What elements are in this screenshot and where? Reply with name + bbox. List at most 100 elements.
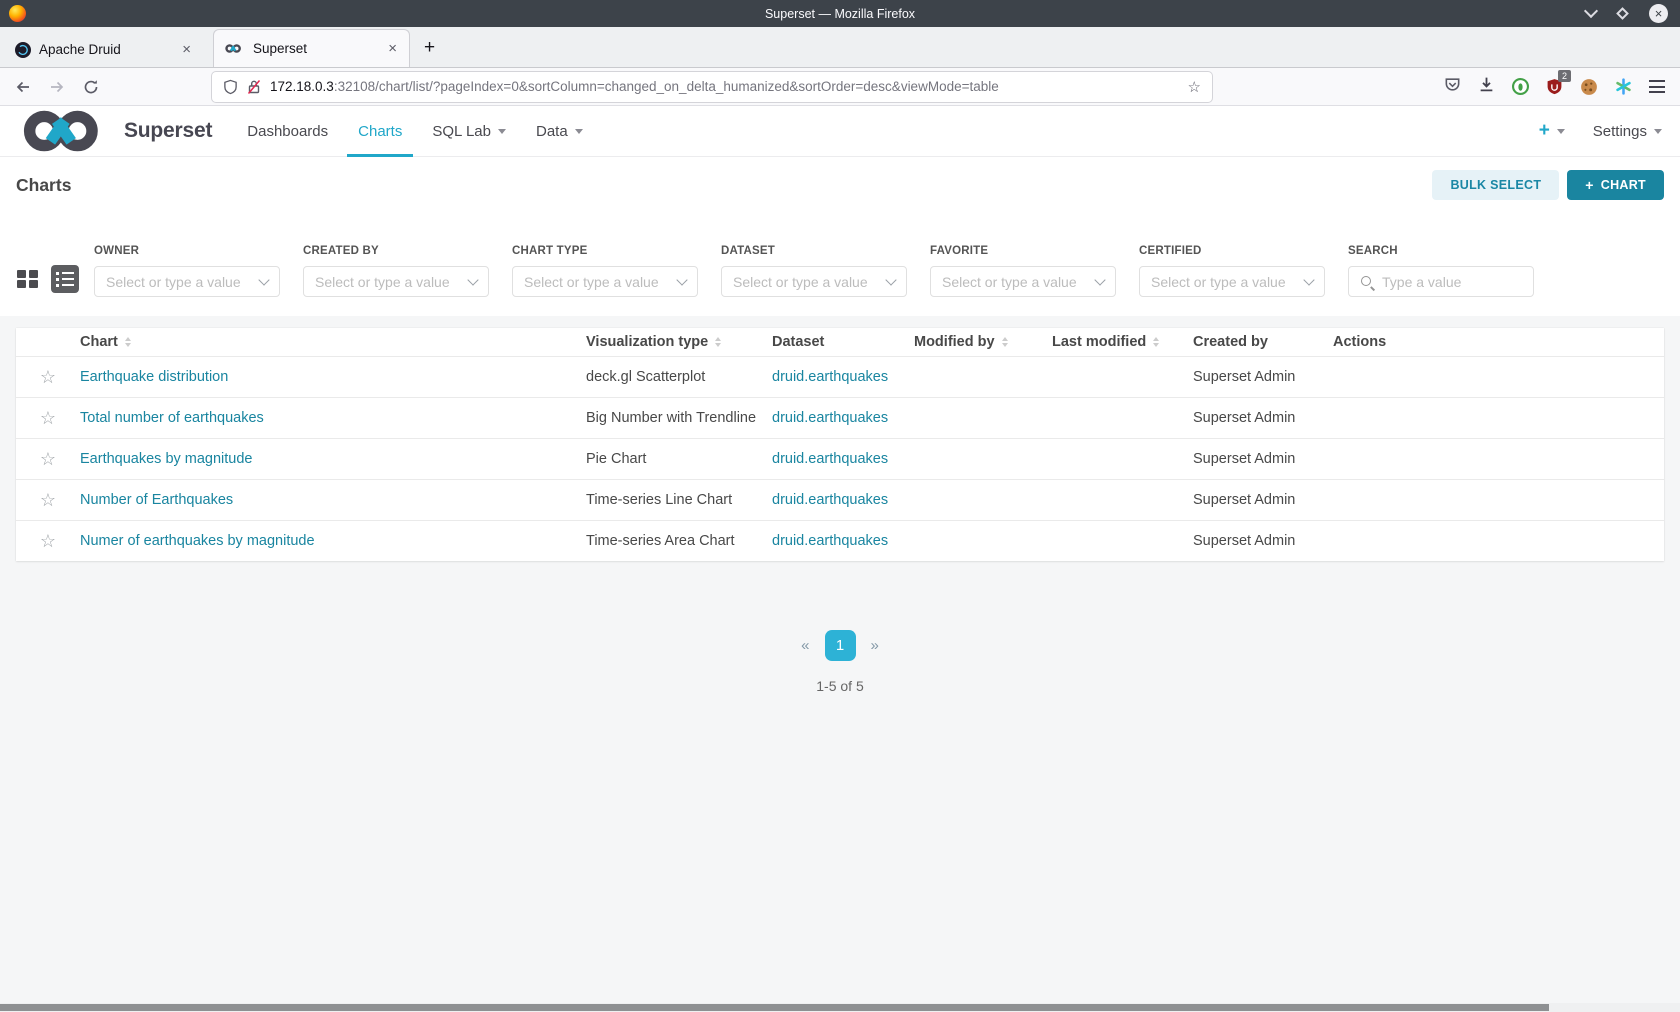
page-1-button[interactable]: 1 (825, 630, 856, 661)
nav-item-charts[interactable]: Charts (343, 106, 417, 156)
pocket-icon[interactable] (1444, 76, 1461, 98)
next-page-button[interactable]: » (871, 637, 879, 654)
filter-label: FAVORITE (930, 245, 1116, 257)
url-host: 172.18.0.3 (270, 79, 334, 94)
settings-menu[interactable]: Settings (1593, 123, 1662, 140)
favorite-select-input[interactable] (942, 274, 1096, 290)
new-item-menu[interactable]: + (1539, 120, 1565, 142)
owner-select-input[interactable] (106, 274, 260, 290)
created-by-select-input[interactable] (315, 274, 469, 290)
column-header-actions: Actions (1333, 334, 1664, 350)
tab-close-icon[interactable]: × (385, 40, 400, 57)
nav-item-sql-lab[interactable]: SQL Lab (417, 106, 521, 156)
new-chart-button[interactable]: +CHART (1567, 170, 1664, 200)
favorite-star-icon[interactable] (40, 453, 56, 469)
favorite-star-icon[interactable] (40, 371, 56, 387)
table-row: Earthquakes by magnitude Pie Chart druid… (16, 438, 1664, 479)
column-header-chart[interactable]: Chart (80, 334, 586, 350)
plus-icon: + (1585, 177, 1593, 193)
filter-label: DATASET (721, 245, 907, 257)
brand-name: Superset (124, 119, 212, 143)
shield-icon[interactable] (223, 79, 238, 95)
chart-link[interactable]: Numer of earthquakes by magnitude (80, 533, 315, 549)
column-header-modified-by[interactable]: Modified by (914, 334, 1052, 350)
downloads-icon[interactable] (1478, 76, 1495, 98)
browser-toolbar: 172.18.0.3:32108/chart/list/?pageIndex=0… (0, 68, 1680, 106)
window-title: Superset — Mozilla Firefox (0, 7, 1680, 21)
chart-type-select[interactable] (512, 266, 698, 297)
dataset-select-input[interactable] (733, 274, 887, 290)
chevron-down-icon (258, 274, 269, 285)
ublock-icon[interactable]: 2 (1546, 78, 1563, 95)
previous-page-button[interactable]: « (801, 637, 809, 654)
tab-strip: Apache Druid × Superset × + (0, 27, 1680, 68)
chart-link[interactable]: Earthquake distribution (80, 369, 228, 385)
charts-table: Chart Visualization type Dataset Modifie… (16, 328, 1664, 561)
superset-logo[interactable]: Superset (13, 108, 212, 154)
certified-select[interactable] (1139, 266, 1325, 297)
nav-item-label: Dashboards (247, 123, 328, 140)
nav-item-label: Data (536, 123, 568, 140)
forward-icon[interactable] (44, 79, 70, 95)
horizontal-scrollbar-thumb[interactable] (0, 1004, 1549, 1011)
chart-link[interactable]: Number of Earthquakes (80, 492, 233, 508)
bookmark-star-icon[interactable]: ☆ (1188, 78, 1201, 96)
filter-certified: CERTIFIED (1139, 245, 1325, 297)
card-view-icon[interactable] (17, 270, 38, 289)
menu-icon[interactable] (1649, 80, 1665, 93)
list-view-icon[interactable] (51, 265, 79, 293)
back-icon[interactable] (10, 79, 36, 95)
filter-label: CHART TYPE (512, 245, 698, 257)
nav-item-data[interactable]: Data (521, 106, 598, 156)
chart-link[interactable]: Earthquakes by magnitude (80, 451, 253, 467)
new-tab-button[interactable]: + (424, 37, 435, 59)
chevron-down-icon (1557, 129, 1565, 134)
dataset-link[interactable]: druid.earthquakes (772, 451, 888, 467)
tab-close-icon[interactable]: × (179, 41, 194, 58)
column-header-visualization-type[interactable]: Visualization type (586, 334, 772, 350)
superset-icon (223, 43, 245, 54)
reload-icon[interactable] (78, 79, 104, 95)
window-minimize-icon[interactable] (1584, 4, 1598, 18)
lock-insecure-icon[interactable] (247, 79, 261, 95)
sort-icon (1153, 337, 1159, 347)
settings-label: Settings (1593, 123, 1647, 140)
privacy-badger-icon[interactable] (1512, 78, 1529, 95)
created-by-cell: Superset Admin (1193, 492, 1333, 508)
dataset-link[interactable]: druid.earthquakes (772, 533, 888, 549)
window-maximize-icon[interactable] (1616, 7, 1629, 20)
favorite-star-icon[interactable] (40, 412, 56, 428)
dataset-select[interactable] (721, 266, 907, 297)
filter-owner: OWNER (94, 245, 280, 297)
url-bar[interactable]: 172.18.0.3:32108/chart/list/?pageIndex=0… (212, 72, 1212, 102)
url-text[interactable]: 172.18.0.3:32108/chart/list/?pageIndex=0… (270, 79, 999, 94)
dataset-link[interactable]: druid.earthquakes (772, 369, 888, 385)
created-by-select[interactable] (303, 266, 489, 297)
plus-icon: + (1539, 120, 1550, 142)
chart-link[interactable]: Total number of earthquakes (80, 410, 264, 426)
favorite-select[interactable] (930, 266, 1116, 297)
certified-select-input[interactable] (1151, 274, 1305, 290)
table-row: Total number of earthquakes Big Number w… (16, 397, 1664, 438)
dataset-link[interactable]: druid.earthquakes (772, 410, 888, 426)
chevron-down-icon (676, 274, 687, 285)
chevron-down-icon (575, 129, 583, 134)
sort-icon (1002, 337, 1008, 347)
favorite-star-icon[interactable] (40, 535, 56, 551)
dataset-link[interactable]: druid.earthquakes (772, 492, 888, 508)
search-input[interactable] (1382, 274, 1522, 290)
search-icon (1360, 275, 1374, 289)
nav-item-dashboards[interactable]: Dashboards (232, 106, 343, 156)
search-box[interactable] (1348, 266, 1534, 297)
asterisk-extension-icon[interactable] (1615, 78, 1632, 95)
cookie-extension-icon[interactable] (1580, 78, 1598, 96)
bulk-select-button[interactable]: BULK SELECT (1432, 170, 1559, 200)
owner-select[interactable] (94, 266, 280, 297)
chart-type-select-input[interactable] (524, 274, 678, 290)
column-header-last-modified[interactable]: Last modified (1052, 334, 1193, 350)
created-by-cell: Superset Admin (1193, 410, 1333, 426)
tab-superset[interactable]: Superset × (213, 29, 410, 67)
tab-apache-druid[interactable]: Apache Druid × (6, 32, 203, 67)
favorite-star-icon[interactable] (40, 494, 56, 510)
window-close-icon[interactable]: × (1649, 4, 1668, 23)
